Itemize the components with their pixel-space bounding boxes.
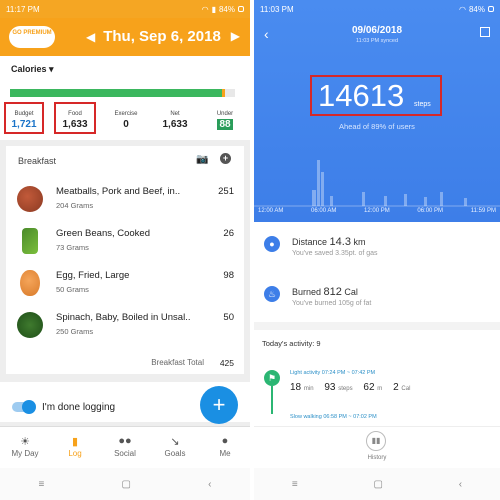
bottom-navigation: ☀ My Day ▮ Log ●● Social ↘ Goals ● Me <box>0 426 250 468</box>
home-icon[interactable]: ▢ <box>374 479 383 490</box>
activity-bar <box>424 197 427 206</box>
calorie-progress-fill <box>10 89 223 97</box>
camera-icon[interactable]: 📷 <box>196 154 208 165</box>
menu-icon[interactable]: ≡ <box>39 479 45 490</box>
walking-icon: ⚑ <box>264 370 280 386</box>
meatballs-image <box>17 186 43 212</box>
location-pin-icon: ● <box>264 236 280 252</box>
activity-bar <box>317 160 320 206</box>
activity-bar <box>362 192 365 206</box>
tick-label: 12:00 AM <box>258 208 284 214</box>
burned-metric[interactable]: ♨ Burned 812 Cal You've burned 105g of f… <box>254 278 500 323</box>
exercise-column: Exercise 0 <box>114 111 138 130</box>
food-item[interactable]: Egg, Fried, Large 50 Grams 98 <box>6 264 244 306</box>
status-bar: 11:03 PM ◠ 84% <box>254 0 500 18</box>
battery-level: 84% <box>468 4 485 14</box>
activity-bar <box>321 172 324 206</box>
tick-label: 06:00 PM <box>417 208 444 214</box>
current-date[interactable]: Thu, Sep 6, 2018 <box>103 28 221 45</box>
nav-social[interactable]: ●● Social <box>100 435 150 458</box>
spinach-image <box>17 312 43 338</box>
steps-count: 14613 <box>318 78 405 113</box>
myfitnesspal-screen: 11:17 PM ◠ ▮ 84% GO PREMIUM ◀ Thu, Sep 6… <box>0 0 250 500</box>
sync-status: 11:03 PM synced <box>355 38 399 44</box>
status-bar: 11:17 PM ◠ ▮ 84% <box>0 0 250 18</box>
home-icon[interactable]: ▢ <box>122 479 131 490</box>
menu-icon[interactable]: ≡ <box>292 479 298 490</box>
activity-bar <box>312 190 316 206</box>
budget-column: Budget 1,721 <box>11 111 37 130</box>
next-day-icon[interactable]: ▶ <box>231 29 240 43</box>
tick-label: 06:00 AM <box>311 208 337 214</box>
app-header: GO PREMIUM ◀ Thu, Sep 6, 2018 ▶ <box>0 18 250 56</box>
flame-icon: ♨ <box>264 286 280 302</box>
nav-me[interactable]: ● Me <box>200 435 250 458</box>
breakfast-total-label: Breakfast Total <box>151 358 204 367</box>
tick-label: 11:59 PM <box>470 208 496 214</box>
calorie-progress-marker <box>222 89 226 97</box>
todays-activity-heading: Today's activity: 9 <box>262 339 321 348</box>
ranking-text: Ahead of 89% of users <box>339 122 415 131</box>
activity-bar <box>384 196 387 206</box>
sun-icon: ☀ <box>20 436 30 448</box>
food-item[interactable]: Meatballs, Pork and Beef, in.. 204 Grams… <box>6 180 244 222</box>
tick-label: 12:00 PM <box>364 208 390 214</box>
calorie-progress-bar <box>10 89 235 97</box>
egg-image <box>20 270 40 296</box>
calories-dropdown-label: Calories <box>11 64 47 74</box>
net-column: Net 1,633 <box>162 111 188 130</box>
done-logging-label: I'm done logging <box>42 402 116 413</box>
back-nav-icon[interactable]: ‹ <box>459 479 462 490</box>
person-icon: ● <box>221 435 229 447</box>
mi-fit-screen: 11:03 PM ◠ 84% ‹ 09/06/2018 11:03 PM syn… <box>254 0 500 500</box>
battery-icon <box>238 6 244 12</box>
status-time: 11:17 PM <box>6 4 40 14</box>
signal-icon: ▮ <box>211 4 216 14</box>
breakfast-card: Breakfast 📷 + Meatballs, Pork and Beef, … <box>6 146 244 374</box>
history-label: History <box>367 455 387 461</box>
nav-my-day[interactable]: ☀ My Day <box>0 435 50 458</box>
section-divider <box>254 322 500 330</box>
green-beans-image <box>22 228 38 254</box>
breakfast-total-value: 425 <box>219 358 234 368</box>
selected-date: 09/06/2018 <box>351 25 403 36</box>
system-navigation: ≡ ▢ ‹ <box>0 468 250 500</box>
system-navigation: ≡ ▢ ‹ <box>254 468 500 500</box>
done-logging-toggle[interactable] <box>12 400 36 414</box>
battery-level: 84% <box>218 4 235 14</box>
wifi-icon: ◠ <box>459 4 466 14</box>
dropdown-caret-icon: ▾ <box>49 64 54 74</box>
nav-log[interactable]: ▮ Log <box>50 435 100 458</box>
steps-unit: steps <box>414 101 431 108</box>
back-icon[interactable]: ‹ <box>208 479 211 490</box>
go-premium-button[interactable]: GO PREMIUM <box>9 26 55 48</box>
food-item[interactable]: Spinach, Baby, Boiled in Unsal.. 250 Gra… <box>6 306 244 348</box>
food-item[interactable]: Green Beans, Cooked 73 Grams 26 <box>6 222 244 264</box>
history-icon[interactable]: ▮▮ <box>366 431 386 451</box>
add-food-icon[interactable]: + <box>220 153 231 164</box>
timeline-line <box>271 386 273 414</box>
time-axis: 12:00 AM 06:00 AM 12:00 PM 06:00 PM 11:5… <box>254 208 500 214</box>
under-column: Under 88 <box>216 111 234 130</box>
add-entry-button[interactable]: + <box>200 386 238 424</box>
date-navigator: ◀ Thu, Sep 6, 2018 <box>86 28 221 45</box>
wifi-icon: ◠ <box>201 4 209 14</box>
clipboard-icon: ▮ <box>71 436 79 448</box>
activity-bar <box>464 198 467 206</box>
status-time: 11:03 PM <box>260 4 294 14</box>
previous-day-icon[interactable]: ◀ <box>86 30 95 44</box>
activity-bar <box>404 194 407 206</box>
activity-bar <box>440 192 443 206</box>
people-icon: ●● <box>118 435 132 447</box>
trend-icon: ↘ <box>170 436 180 448</box>
food-column: Food 1,633 <box>62 111 88 130</box>
activity-bar <box>330 196 333 206</box>
battery-icon <box>488 6 494 12</box>
bottom-bar: ▮▮ History <box>254 426 500 468</box>
breakfast-title: Breakfast <box>18 156 57 166</box>
calories-summary: Calories ▾ Budget 1,721 Food 1,633 Exerc… <box>0 56 250 140</box>
nav-goals[interactable]: ↘ Goals <box>150 435 200 458</box>
distance-metric[interactable]: ● Distance 14.3 km You've saved 3.35pt. … <box>254 228 500 273</box>
